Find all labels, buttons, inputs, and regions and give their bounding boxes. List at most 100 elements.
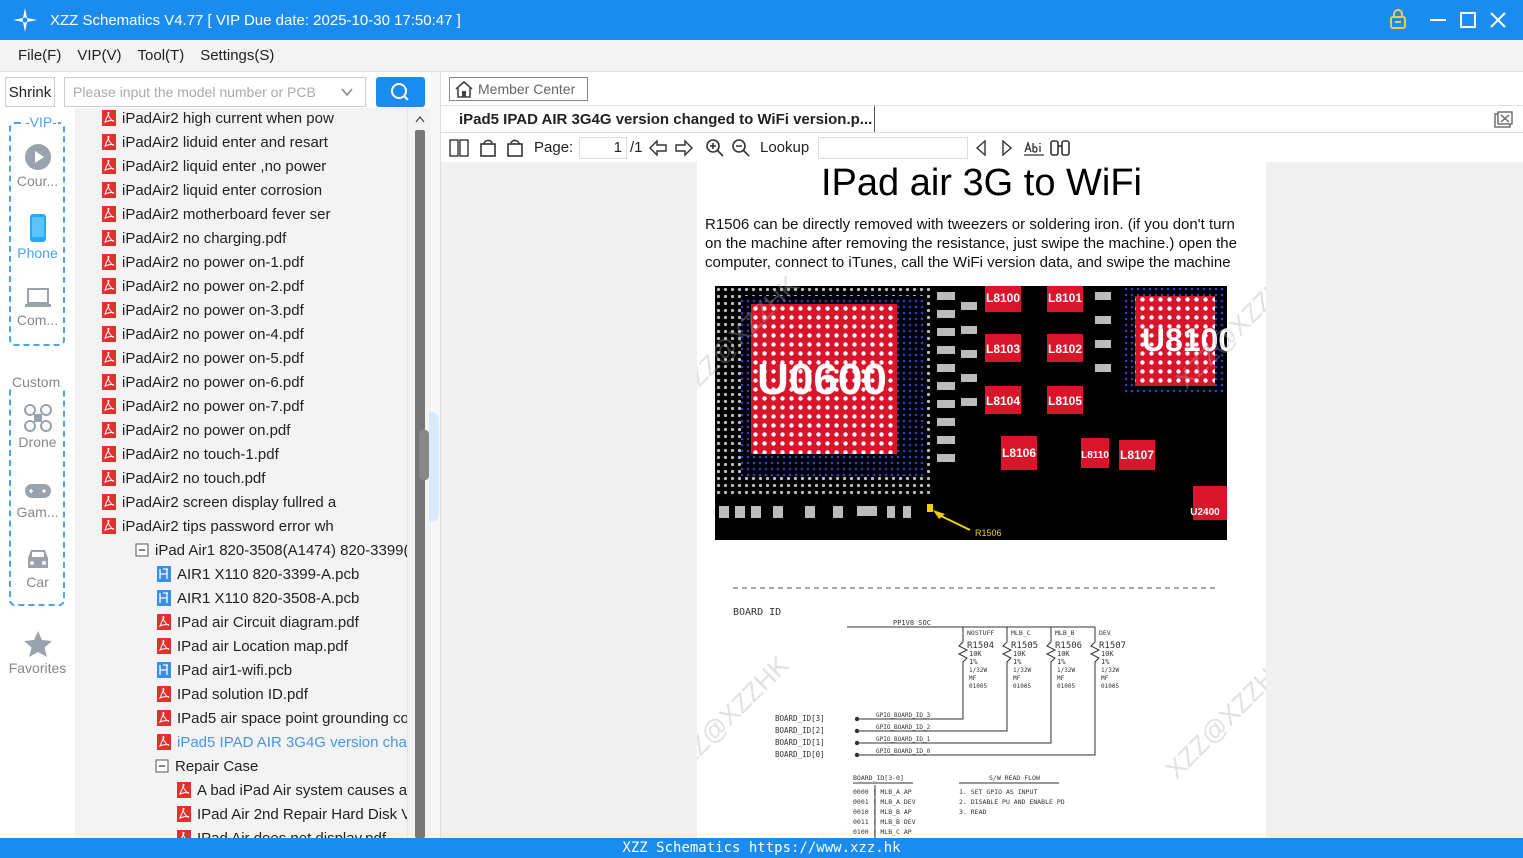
category-favorites[interactable]: Favorites [0,630,75,676]
pdf-file-icon [157,686,171,702]
svg-text:10K: 10K [1101,650,1114,658]
lookup-input[interactable] [818,137,968,159]
page-number-input[interactable]: 1 [579,137,627,159]
tree-item[interactable]: iPadAir2 motherboard fever ser [102,202,330,226]
tree-item-label: Repair Case [175,757,259,775]
tree-item[interactable]: IPad solution ID.pdf [157,682,308,706]
svg-text:L8107: L8107 [1120,448,1154,462]
phone-icon [29,214,46,242]
close-icon[interactable] [1486,8,1510,32]
tree-item[interactable]: iPadAir2 high current when pow [102,108,334,130]
category-car[interactable]: Car [0,546,75,590]
tree-item-label: AIR1 X110 820-3399-A.pcb [177,565,360,583]
next-page-icon[interactable] [674,138,694,158]
find-next-icon[interactable] [998,138,1016,158]
document-tab[interactable]: iPad5 IPAD AIR 3G4G version changed to W… [451,106,875,132]
tree-item[interactable]: iPadAir2 no power on-6.pdf [102,370,304,394]
minimize-icon[interactable] [1426,8,1450,32]
tree-item[interactable]: IPad air Circuit diagram.pdf [157,610,359,634]
tree-item[interactable]: IPad Air 2nd Repair Hard Disk V [177,802,407,826]
menu-settings[interactable]: Settings(S) [200,47,274,64]
tree-folder[interactable]: iPad Air1 820-3508(A1474) 820-3399( [135,538,407,562]
tree-item[interactable]: iPadAir2 no touch-1.pdf [102,442,279,466]
tree-item[interactable]: iPadAir2 no power on-1.pdf [102,250,304,274]
lock-icon[interactable] [1386,8,1410,32]
pdf-file-icon [177,806,191,822]
menu-bar: File(F) VIP(V) Tool(T) Settings(S) [0,40,1523,72]
panel-splitter[interactable] [419,72,441,838]
tree-item[interactable]: IPad Air does not display.pdf [177,826,386,838]
tree-item[interactable]: IPad air Location map.pdf [157,634,348,658]
binoculars-icon[interactable] [1049,138,1071,158]
svg-text:10K: 10K [969,650,982,658]
tree-item[interactable]: A bad iPad Air system causes a [177,778,407,802]
tree-item[interactable]: AIR1 X110 820-3508-A.pcb [157,586,359,610]
member-center-button[interactable]: Member Center [449,77,588,101]
category-computer[interactable]: Com... [0,286,75,328]
collapse-icon[interactable] [155,758,169,774]
shrink-button[interactable]: Shrink [5,77,55,107]
tree-folder[interactable]: Repair Case [155,754,258,778]
zoom-in-icon[interactable] [705,138,725,158]
match-case-icon[interactable] [1023,138,1045,158]
tree-item[interactable]: iPadAir2 no charging.pdf [102,226,286,250]
chevron-down-icon[interactable] [339,84,355,100]
category-courses[interactable]: Cour... [0,143,75,189]
svg-text:L8101: L8101 [1048,291,1082,305]
tree-item-label: IPad air Circuit diagram.pdf [177,613,359,631]
tree-item[interactable]: iPadAir2 no power on-2.pdf [102,274,304,298]
tree-item[interactable]: iPad5 IPAD AIR 3G4G version chan [157,730,407,754]
tree-item[interactable]: iPadAir2 no power on-3.pdf [102,298,304,322]
svg-text:1%: 1% [1101,658,1110,666]
page-total: /1 [630,139,643,156]
svg-text:BOARD_ID[1]: BOARD_ID[1] [775,738,825,747]
tree-item[interactable]: iPadAir2 no power on.pdf [102,418,290,442]
tree-item[interactable]: iPadAir2 no power on-7.pdf [102,394,304,418]
prev-page-icon[interactable] [648,138,668,158]
menu-file[interactable]: File(F) [18,47,61,64]
zoom-out-icon[interactable] [731,138,751,158]
category-games[interactable]: Gam... [0,480,75,520]
two-page-view-icon[interactable] [449,138,469,158]
tree-item[interactable]: iPadAir2 screen display fullred a [102,490,336,514]
scrollbar-track[interactable] [415,130,425,838]
search-input[interactable]: Please input the model number or PCB [64,77,366,107]
menu-vip[interactable]: VIP(V) [77,47,121,64]
close-tab-icon[interactable] [1492,110,1514,130]
tree-item[interactable]: IPad5 air space point grounding co [157,706,407,730]
pcb-file-icon [157,662,171,678]
pdf-file-icon [102,398,116,414]
pdf-file-icon [102,374,116,390]
title-bar: XZZ Schematics V4.77 [ VIP Due date: 202… [0,0,1523,40]
pdf-file-icon [157,614,171,630]
scroll-up-icon[interactable] [408,108,432,128]
tree-item-label: iPadAir2 no power on-1.pdf [122,253,304,271]
svg-text:1%: 1% [1057,658,1066,666]
splitter-handle[interactable] [419,430,429,480]
category-drone[interactable]: Drone [0,404,75,450]
tree-item[interactable]: iPadAir2 no touch.pdf [102,466,265,490]
tree-item-label: IPad air Location map.pdf [177,637,348,655]
pdf-page: IPad air 3G to WiFi R1506 can be directl… [697,162,1266,838]
find-previous-icon[interactable] [972,138,990,158]
tree-item[interactable]: IPad air1-wifi.pcb [157,658,292,682]
menu-tool[interactable]: Tool(T) [138,47,185,64]
tree-item[interactable]: iPadAir2 liquid enter corrosion [102,178,322,202]
category-phone[interactable]: Phone [0,213,75,261]
collapse-handle[interactable] [429,412,439,522]
tree-item-label: iPadAir2 no power on-7.pdf [122,397,304,415]
pdf-file-icon [102,518,116,534]
tree-item[interactable]: iPadAir2 no power on-4.pdf [102,322,304,346]
tree-item[interactable]: iPadAir2 no power on-5.pdf [102,346,304,370]
maximize-icon[interactable] [1456,8,1480,32]
tree-item[interactable]: iPadAir2 tips password error wh [102,514,334,538]
search-button[interactable] [376,77,425,107]
svg-text:MLB_B: MLB_B [1055,629,1075,637]
rotate-left-icon[interactable] [478,138,498,158]
tree-item[interactable]: iPadAir2 liduid enter and resart [102,130,328,154]
collapse-icon[interactable] [135,542,149,558]
svg-text:PP1V8_SOC: PP1V8_SOC [893,619,931,627]
tree-item[interactable]: AIR1 X110 820-3399-A.pcb [157,562,359,586]
tree-item[interactable]: iPadAir2 liquid enter ,no power [102,154,326,178]
rotate-right-icon[interactable] [505,138,525,158]
